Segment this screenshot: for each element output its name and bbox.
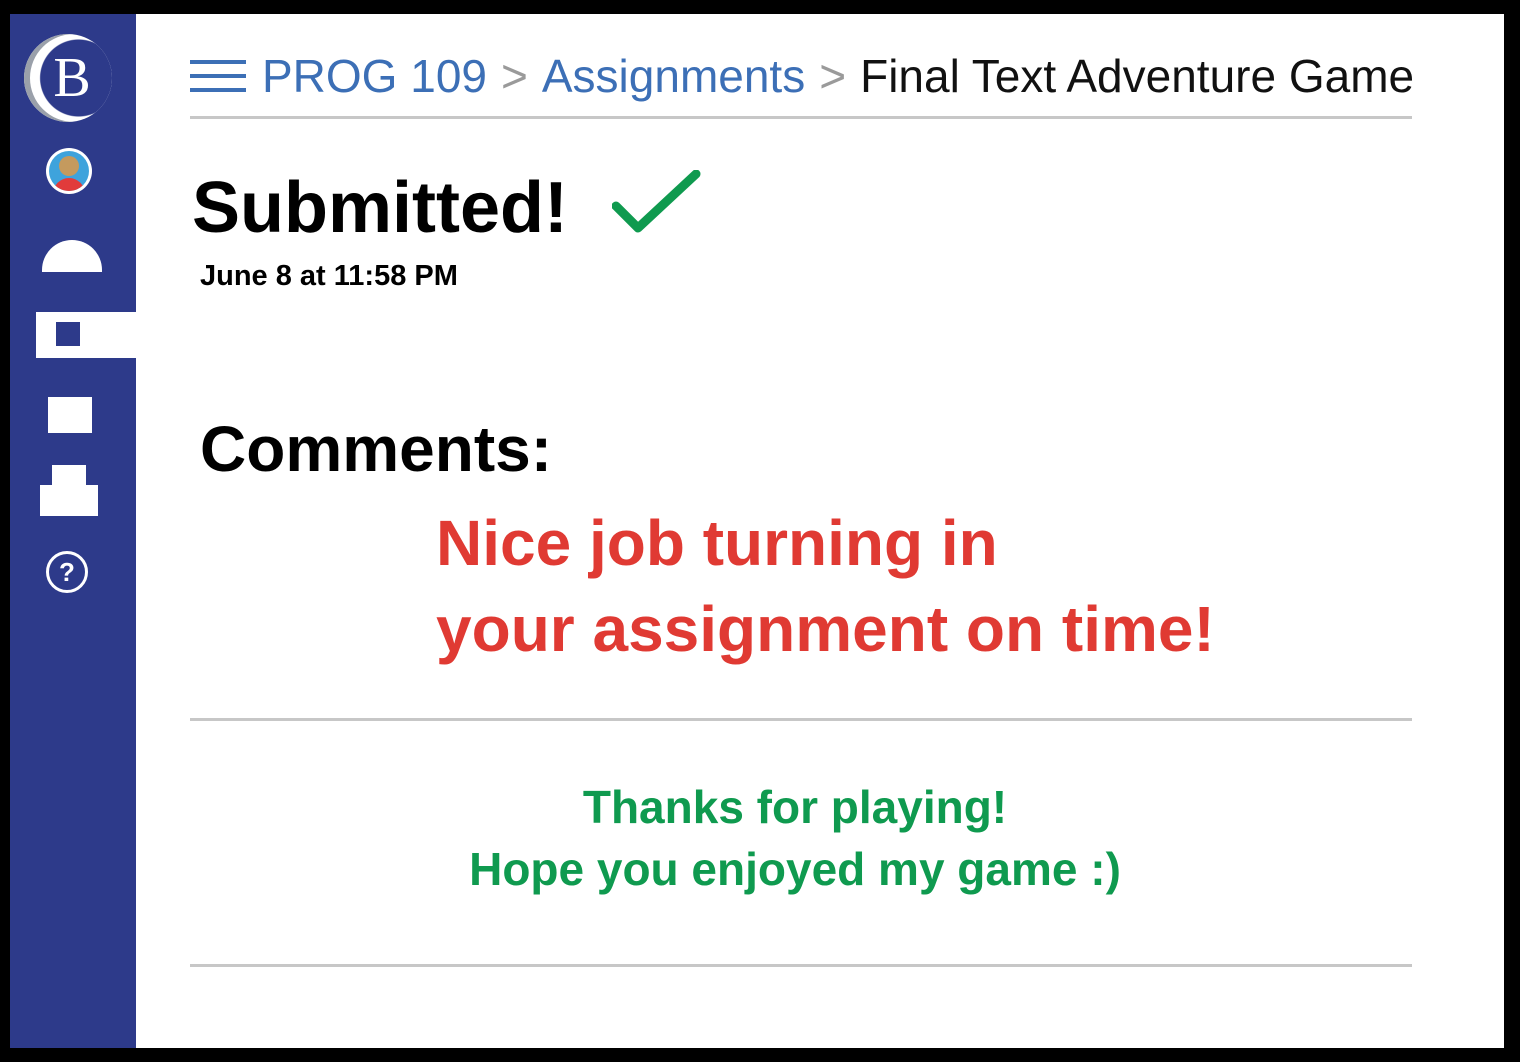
main-content: PROG 109 > Assignments > Final Text Adventur…: [136, 14, 1504, 1048]
inbox-icon[interactable]: [40, 465, 98, 516]
avatar-body: [53, 178, 85, 191]
account-avatar-icon[interactable]: [46, 148, 92, 194]
breadcrumb-course-link[interactable]: PROG 109: [262, 50, 487, 102]
comment-line: your assignment on time!: [436, 593, 1215, 665]
closing-line: Hope you enjoyed my game :): [469, 843, 1121, 895]
inbox-icon-top: [52, 465, 86, 485]
hamburger-menu-icon[interactable]: [190, 60, 246, 92]
hamburger-line: [190, 60, 246, 64]
courses-square-icon: [56, 322, 80, 346]
hamburger-line: [190, 88, 246, 92]
closing-line: Thanks for playing!: [582, 781, 1008, 833]
avatar-background: [49, 151, 89, 191]
dashboard-dome-icon[interactable]: [42, 240, 102, 272]
hamburger-line: [190, 74, 246, 78]
closing-message: Thanks for playing! Hope you enjoyed my …: [136, 776, 1454, 900]
breadcrumb-current-page: Final Text Adventure Game: [860, 50, 1415, 102]
inbox-icon-bottom: [40, 485, 98, 516]
global-nav-sidebar: B ?: [10, 14, 136, 1048]
breadcrumb-assignments-link[interactable]: Assignments: [542, 50, 805, 102]
nav-item-courses-active[interactable]: [36, 312, 136, 358]
comments-divider: [190, 718, 1412, 721]
breadcrumb-separator: >: [819, 50, 847, 102]
teacher-comment: Nice job turning in your assignment on t…: [436, 500, 1215, 672]
comments-heading: Comments:: [200, 413, 553, 485]
breadcrumb-separator: >: [501, 50, 528, 102]
calendar-square-icon[interactable]: [48, 397, 92, 433]
header-divider: [190, 116, 1412, 119]
help-icon[interactable]: ?: [46, 551, 88, 593]
comment-line: Nice job turning in: [436, 507, 998, 579]
submission-timestamp: June 8 at 11:58 PM: [200, 260, 458, 292]
footer-divider: [190, 964, 1412, 967]
breadcrumb: PROG 109 > Assignments > Final Text Adventur…: [262, 46, 1414, 106]
avatar-head: [59, 156, 79, 176]
logo-letter: B: [53, 47, 91, 109]
submission-status: Submitted!: [192, 168, 568, 248]
checkmark-icon: [612, 170, 701, 233]
